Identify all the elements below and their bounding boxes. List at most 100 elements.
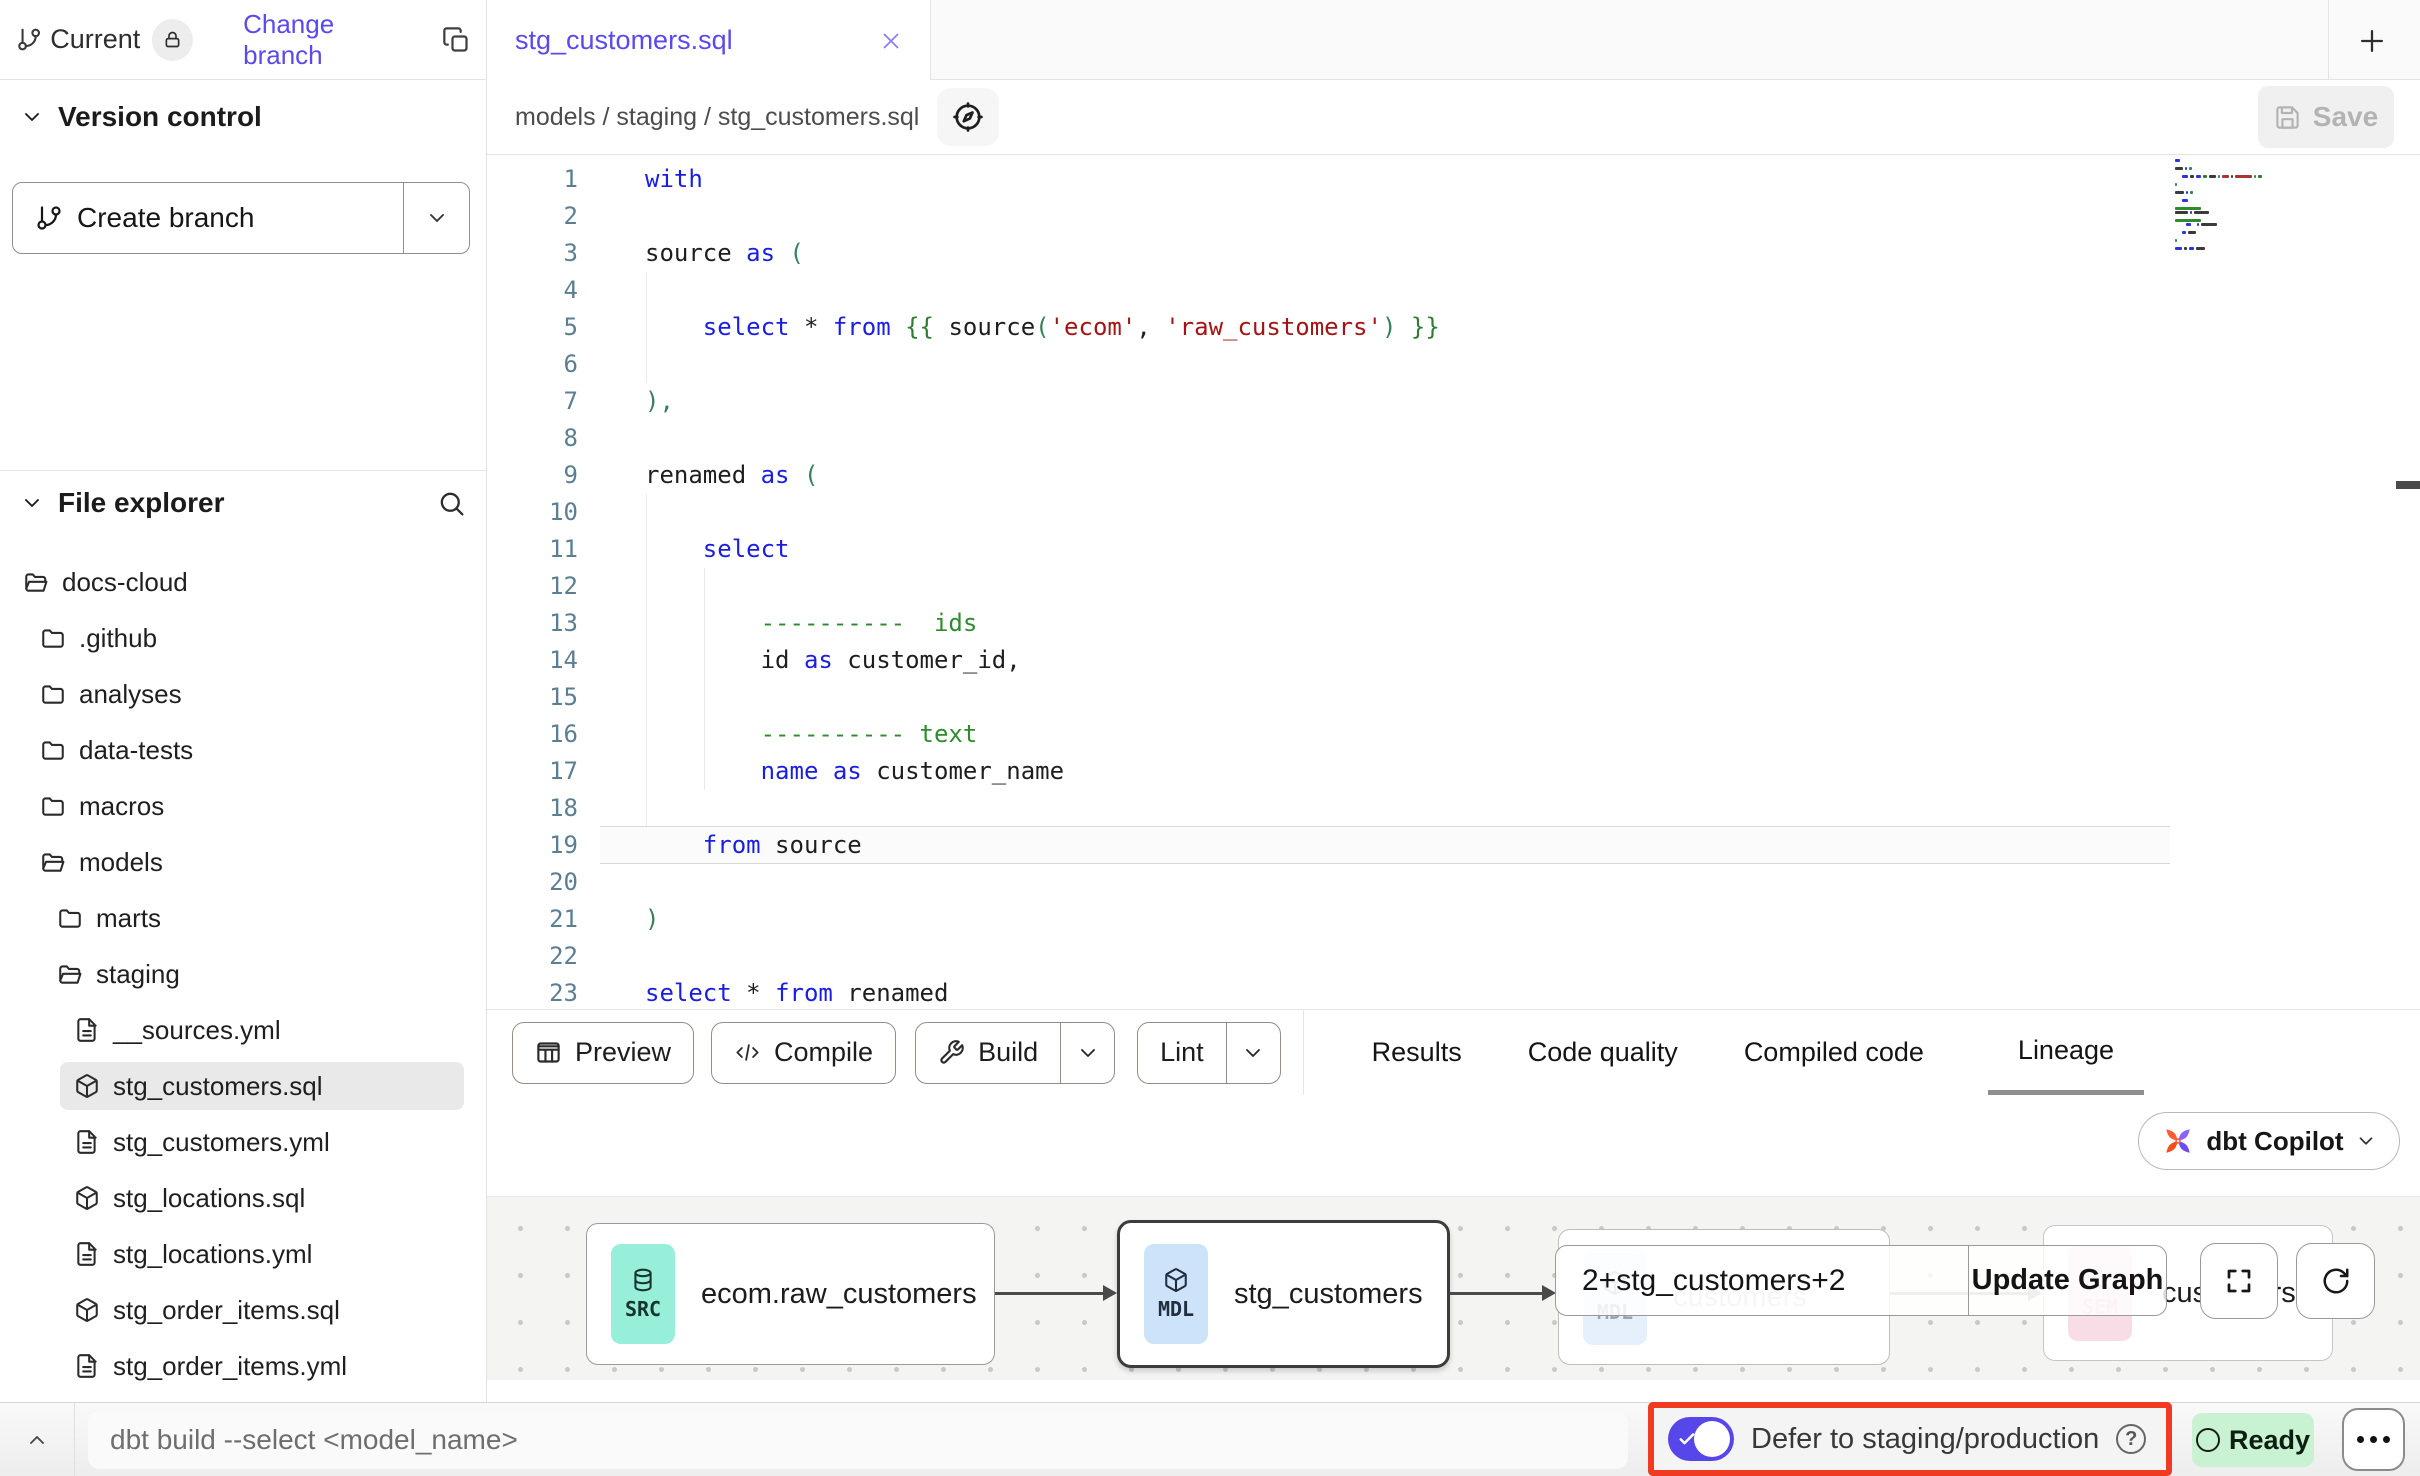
line-number: 8 [487, 420, 600, 457]
code-line-7[interactable]: 7), [487, 383, 2420, 420]
build-button[interactable]: Build [915, 1022, 1115, 1084]
sidebar-item-stg-locations-yml[interactable]: stg_locations.yml [0, 1226, 486, 1282]
code-line-17[interactable]: 17 name as customer_name [487, 753, 2420, 790]
code-line-10[interactable]: 10 [487, 494, 2420, 531]
sidebar-item-staging[interactable]: staging [0, 946, 486, 1002]
lint-button[interactable]: Lint [1137, 1022, 1281, 1084]
sidebar-item-models[interactable]: models [0, 834, 486, 890]
help-icon[interactable]: ? [2116, 1424, 2146, 1454]
code-line-18[interactable]: 18 [487, 790, 2420, 827]
refresh-button[interactable] [2296, 1243, 2375, 1319]
compile-button[interactable]: Compile [711, 1022, 896, 1084]
sidebar-item-docs-cloud[interactable]: docs-cloud [0, 554, 486, 610]
sidebar-item-macros[interactable]: macros [0, 778, 486, 834]
search-icon[interactable] [437, 489, 466, 518]
create-branch-dropdown[interactable] [403, 183, 469, 253]
sidebar-item-stg-locations-sql[interactable]: stg_locations.sql [0, 1170, 486, 1226]
file-label: stg_customers.sql [113, 1071, 323, 1102]
sidebar-item-analyses[interactable]: analyses [0, 666, 486, 722]
lineage-selector-input[interactable] [1556, 1246, 1968, 1315]
save-button[interactable]: Save [2258, 86, 2394, 148]
cube-icon [1163, 1267, 1189, 1293]
new-tab-button[interactable] [2349, 18, 2395, 64]
editor-minimap[interactable] [2175, 159, 2293, 255]
code-line-3[interactable]: 3source as ( [487, 235, 2420, 272]
build-dropdown[interactable] [1060, 1023, 1114, 1083]
code-line-5[interactable]: 5 select * from {{ source('ecom', 'raw_c… [487, 309, 2420, 346]
code-line-16[interactable]: 16 ---------- text [487, 716, 2420, 753]
more-options-button[interactable] [2342, 1408, 2405, 1471]
preview-button[interactable]: Preview [512, 1022, 694, 1084]
mdl-badge: MDL [1144, 1244, 1208, 1344]
result-tabs: Results Code quality Compiled code Lineage [1303, 1010, 2144, 1095]
tab-title: stg_customers.sql [515, 25, 878, 56]
toggle-knob [1694, 1421, 1730, 1457]
lineage-graph[interactable]: SRC ecom.raw_customers MDL stg_customers… [487, 1196, 2420, 1380]
lineage-edge-arrowhead [1542, 1285, 1556, 1301]
file-label: marts [96, 903, 161, 934]
file-label: macros [79, 791, 164, 822]
sidebar-item-stg-order-items-sql[interactable]: stg_order_items.sql [0, 1282, 486, 1338]
close-tab-icon[interactable] [878, 28, 904, 54]
status-circle-icon [2196, 1428, 2220, 1452]
src-badge: SRC [611, 1244, 675, 1344]
command-input[interactable] [88, 1411, 1628, 1469]
sidebar-item--sources-yml[interactable]: __sources.yml [0, 1002, 486, 1058]
lineage-node-source[interactable]: SRC ecom.raw_customers [586, 1223, 995, 1365]
code-line-21[interactable]: 21) [487, 901, 2420, 938]
line-number: 18 [487, 790, 600, 827]
code-line-23[interactable]: 23select * from renamed [487, 975, 2420, 1010]
plus-icon [2355, 24, 2389, 58]
code-line-15[interactable]: 15 [487, 679, 2420, 716]
save-icon [2274, 104, 2301, 131]
file-label: staging [96, 959, 180, 990]
code-line-11[interactable]: 11 select [487, 531, 2420, 568]
compass-button[interactable] [937, 88, 999, 146]
change-branch-link[interactable]: Change branch [243, 9, 416, 71]
code-area[interactable]: 1with23source as (45 select * from {{ so… [487, 161, 2420, 1010]
sidebar-item-stg-order-items-yml[interactable]: stg_order_items.yml [0, 1338, 486, 1394]
lineage-selector-bar: Update Graph [1555, 1245, 2167, 1316]
line-number: 12 [487, 568, 600, 605]
create-branch-button[interactable]: Create branch [12, 182, 470, 254]
code-line-8[interactable]: 8 [487, 420, 2420, 457]
tab-code-quality[interactable]: Code quality [1526, 1010, 1680, 1095]
sidebar-item-marts[interactable]: marts [0, 890, 486, 946]
code-editor[interactable]: 1with23source as (45 select * from {{ so… [487, 155, 2420, 1010]
code-line-12[interactable]: 12 [487, 568, 2420, 605]
file-explorer-header[interactable]: File explorer [0, 480, 486, 526]
dbt-copilot-button[interactable]: dbt Copilot [2138, 1112, 2400, 1170]
tab-results[interactable]: Results [1370, 1010, 1464, 1095]
code-line-4[interactable]: 4 [487, 272, 2420, 309]
code-line-6[interactable]: 6 [487, 346, 2420, 383]
tab-stg-customers-sql[interactable]: stg_customers.sql [487, 0, 931, 81]
code-line-9[interactable]: 9renamed as ( [487, 457, 2420, 494]
code-line-19[interactable]: 19 from source [487, 827, 2420, 864]
line-number: 3 [487, 235, 600, 272]
code-line-20[interactable]: 20 [487, 864, 2420, 901]
lint-dropdown[interactable] [1226, 1023, 1280, 1083]
tab-compiled-code[interactable]: Compiled code [1742, 1010, 1926, 1095]
version-control-header[interactable]: Version control [0, 96, 486, 138]
sidebar-item--github[interactable]: .github [0, 610, 486, 666]
update-graph-button[interactable]: Update Graph [1968, 1246, 2166, 1315]
code-line-22[interactable]: 22 [487, 938, 2420, 975]
collapse-panel-button[interactable] [0, 1403, 75, 1476]
line-number: 23 [487, 975, 600, 1010]
code-line-2[interactable]: 2 [487, 198, 2420, 235]
sidebar-item-stg-customers-yml[interactable]: stg_customers.yml [0, 1114, 486, 1170]
sidebar-item-data-tests[interactable]: data-tests [0, 722, 486, 778]
code-line-14[interactable]: 14 id as customer_id, [487, 642, 2420, 679]
defer-toggle[interactable] [1668, 1417, 1734, 1461]
code-line-13[interactable]: 13 ---------- ids [487, 605, 2420, 642]
line-number: 6 [487, 346, 600, 383]
lineage-node-stg-customers[interactable]: MDL stg_customers [1117, 1220, 1450, 1368]
version-control-title: Version control [58, 101, 262, 133]
editor-scrollbar-thumb[interactable] [2396, 481, 2420, 489]
table-icon [535, 1039, 562, 1066]
sidebar-item-stg-customers-sql[interactable]: stg_customers.sql [0, 1058, 486, 1114]
tab-lineage[interactable]: Lineage [1988, 1010, 2144, 1095]
code-line-1[interactable]: 1with [487, 161, 2420, 198]
fullscreen-button[interactable] [2200, 1243, 2278, 1319]
copy-branch-icon[interactable] [442, 26, 470, 54]
